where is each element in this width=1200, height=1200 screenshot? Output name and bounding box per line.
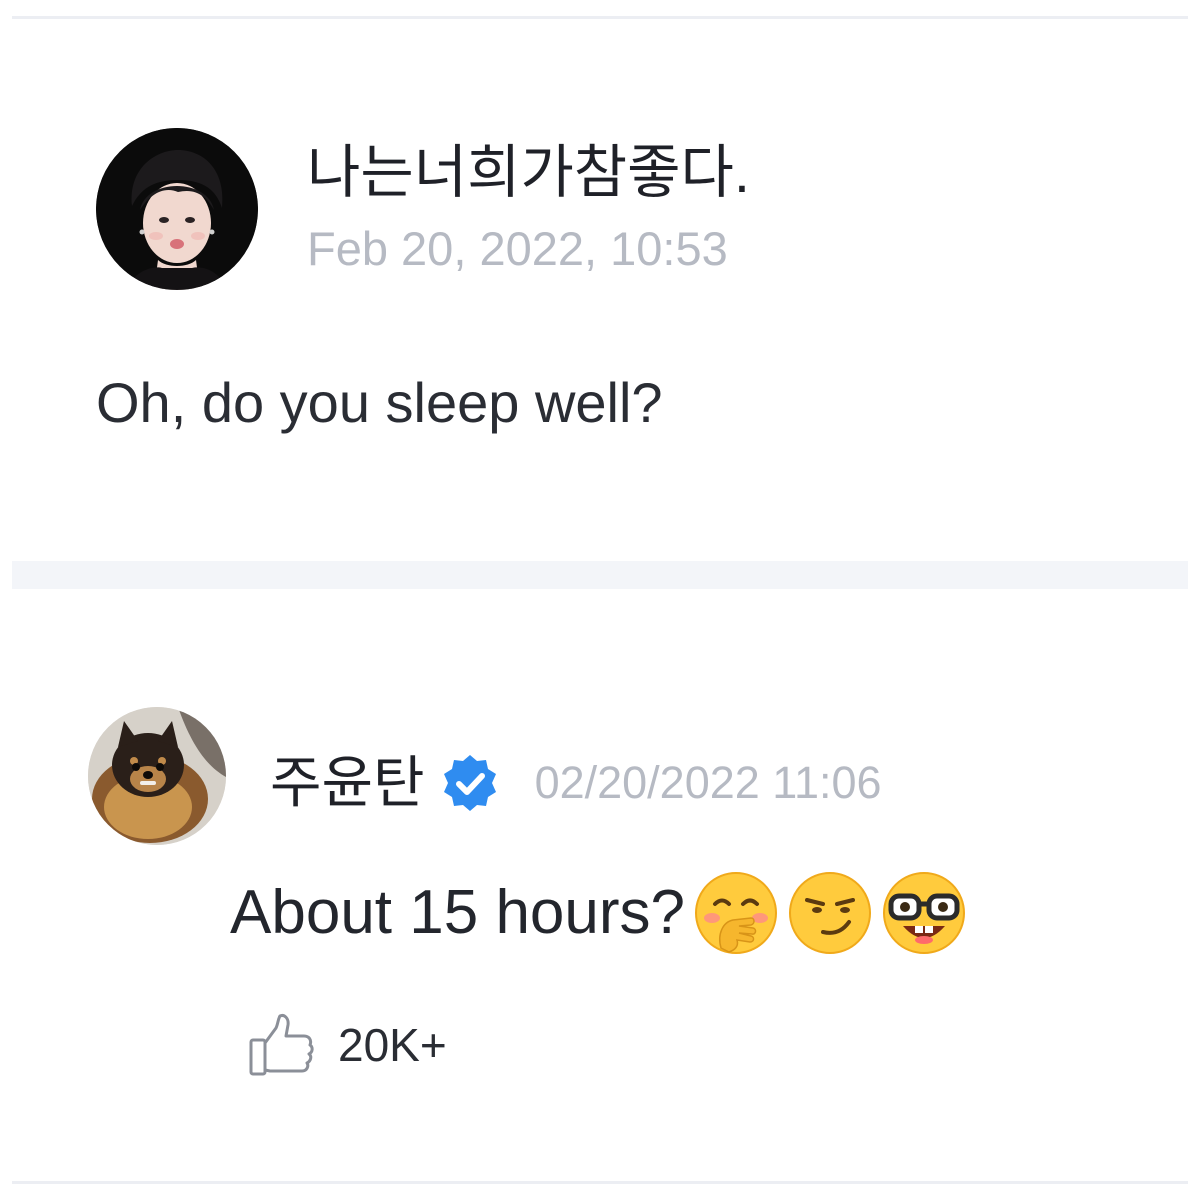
person-portrait-avatar: [96, 128, 258, 290]
thumbs-up-icon[interactable]: [246, 1010, 316, 1080]
post-author-avatar[interactable]: [96, 128, 258, 290]
comment-timestamp: 02/20/2022 11:06: [534, 757, 882, 808]
comment-body: About 15 hours?: [230, 868, 967, 958]
dog-avatar: [88, 707, 226, 845]
smirking-face-emoji: [787, 870, 873, 956]
like-row: 20K+: [246, 1005, 447, 1085]
comment-text: About 15 hours?: [230, 878, 686, 947]
comment-author-avatar[interactable]: [88, 707, 226, 845]
post-author-name[interactable]: 나는너희가참좋다.: [307, 140, 750, 206]
bottom-divider: [12, 1181, 1188, 1184]
nerd-face-emoji: [881, 870, 967, 956]
verified-badge-icon: [439, 752, 501, 814]
comment-header: 주윤탄 02/20/2022 11:06: [270, 748, 882, 818]
post-body-text: Oh, do you sleep well?: [96, 371, 663, 434]
top-divider: [12, 16, 1188, 19]
post-date: Feb 20, 2022, 10:53: [307, 222, 728, 275]
comment-author-name[interactable]: 주윤탄: [270, 750, 425, 816]
like-count: 20K+: [338, 1019, 447, 1071]
hand-over-mouth-emoji: [693, 870, 779, 956]
section-separator: [12, 561, 1188, 589]
